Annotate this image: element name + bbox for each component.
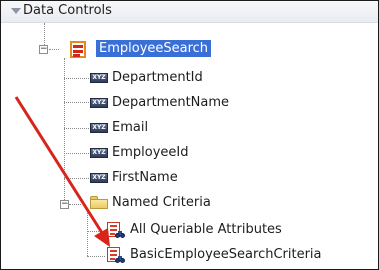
tree-node-basicemployeesearchcriteria[interactable]: BasicEmployeeSearchCriteria xyxy=(130,246,322,263)
tree-node-firstname[interactable]: FirstName xyxy=(112,169,178,186)
data-controls-panel: Data Controls − EmployeeSearch XYZ Depar… xyxy=(0,0,379,270)
collapse-toggle-icon[interactable]: − xyxy=(39,45,48,54)
attribute-xyz-icon: XYZ xyxy=(90,173,108,183)
tree-guide-line xyxy=(87,211,88,256)
tree-guide-line xyxy=(64,78,89,79)
folder-icon xyxy=(90,196,108,209)
panel-header[interactable]: Data Controls xyxy=(1,1,378,23)
tree-guide-line xyxy=(69,204,81,205)
panel-title: Data Controls xyxy=(23,3,112,18)
tree-guide-line xyxy=(87,256,105,257)
attribute-xyz-icon: XYZ xyxy=(90,98,108,108)
attribute-xyz-icon: XYZ xyxy=(90,123,108,133)
collapse-toggle-icon[interactable]: − xyxy=(60,200,69,209)
tree-guide-line xyxy=(64,102,89,103)
attribute-xyz-icon: XYZ xyxy=(90,73,108,83)
tree-guide-line xyxy=(64,178,89,179)
data-control-icon xyxy=(70,41,86,58)
tree-node-named-criteria[interactable]: Named Criteria xyxy=(112,194,211,211)
tree-node-employeesearch[interactable]: EmployeeSearch xyxy=(96,40,212,57)
view-criteria-icon xyxy=(107,222,125,239)
tree-guide-line xyxy=(49,49,59,50)
tree-guide-line xyxy=(64,58,65,204)
attribute-xyz-icon: XYZ xyxy=(90,148,108,158)
tree-guide-line xyxy=(87,231,105,232)
view-criteria-icon xyxy=(107,247,125,264)
tree-node-employeeid[interactable]: EmployeeId xyxy=(112,144,188,161)
tree-node-departmentid[interactable]: DepartmentId xyxy=(112,69,203,86)
tree-node-all-queriable-attributes[interactable]: All Queriable Attributes xyxy=(130,221,282,238)
collapse-triangle-icon[interactable] xyxy=(11,8,21,14)
tree-guide-line xyxy=(64,128,89,129)
tree-guide-line xyxy=(64,153,89,154)
tree-node-departmentname[interactable]: DepartmentName xyxy=(112,94,229,111)
tree-node-email[interactable]: Email xyxy=(112,119,148,136)
